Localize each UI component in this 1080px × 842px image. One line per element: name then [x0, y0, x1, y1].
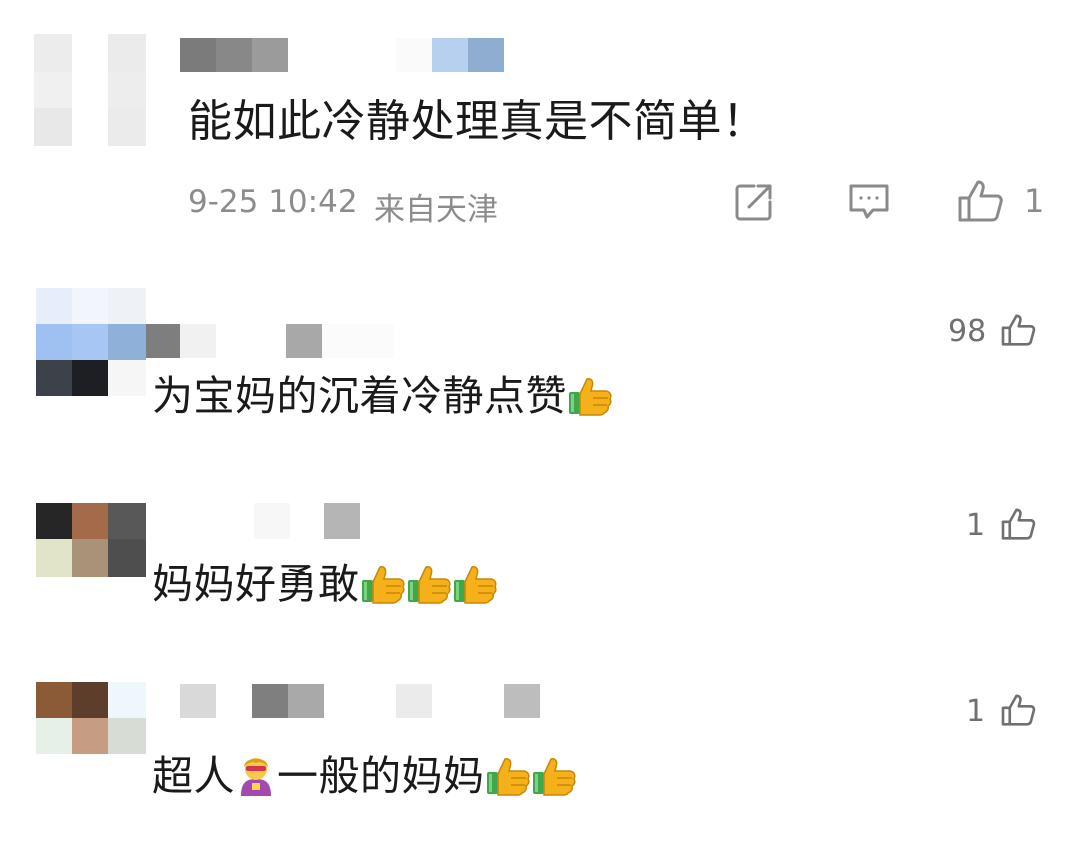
comment-text: 能如此冷静处理真是不简单！ — [188, 96, 767, 147]
like-count: 1 — [1024, 182, 1045, 220]
like-count: 1 — [966, 508, 986, 543]
thumbs-up-emoji — [360, 562, 406, 611]
comment-location: 来自天津 — [374, 192, 498, 228]
reply-text: 为宝妈的沉着冷静点赞 — [152, 374, 613, 423]
reply-text: 超人 一般的妈妈 — [152, 752, 577, 803]
thumbs-up-icon — [956, 178, 1004, 224]
comment-timestamp: 9-25 10:42 — [188, 184, 358, 220]
thumbs-up-icon — [1000, 312, 1036, 348]
like-count: 1 — [966, 694, 986, 729]
thumbs-up-icon — [1000, 692, 1036, 728]
like-count: 98 — [948, 314, 987, 349]
thumbs-up-emoji — [567, 374, 613, 423]
username[interactable] — [254, 503, 364, 539]
like-button[interactable]: 1 — [946, 690, 1046, 734]
comment-icon[interactable] — [846, 180, 892, 224]
avatar[interactable] — [34, 34, 146, 146]
thumbs-up-emoji — [531, 754, 577, 803]
username[interactable] — [180, 684, 540, 718]
thumbs-up-emoji — [485, 754, 531, 803]
thumbs-up-icon — [1000, 506, 1036, 542]
reply-text: 妈妈好勇敢 — [152, 562, 498, 611]
thumbs-up-emoji — [406, 562, 452, 611]
thumbs-up-emoji — [452, 562, 498, 611]
username[interactable] — [180, 38, 510, 72]
avatar[interactable] — [36, 288, 146, 396]
superhero-emoji — [235, 752, 277, 803]
like-button[interactable]: 1 — [956, 176, 1046, 226]
avatar[interactable] — [36, 682, 146, 754]
username[interactable] — [146, 324, 406, 358]
like-button[interactable]: 98 — [946, 310, 1046, 354]
avatar[interactable] — [36, 503, 146, 577]
like-button[interactable]: 1 — [946, 504, 1046, 548]
share-icon[interactable] — [732, 180, 776, 224]
